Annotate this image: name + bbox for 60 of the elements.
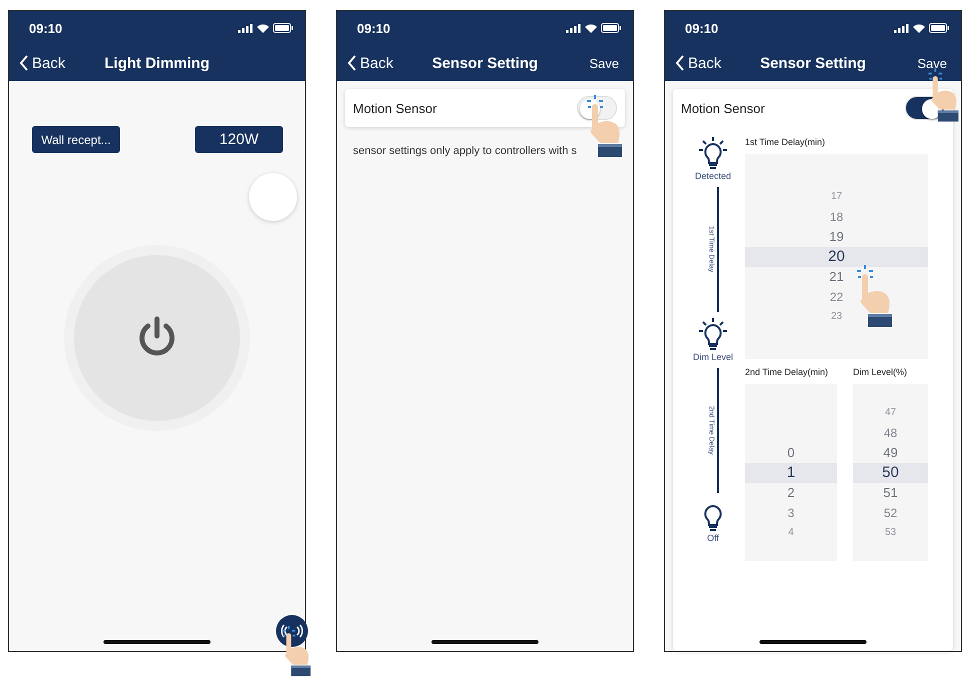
screen-title: Sensor Setting bbox=[760, 54, 866, 72]
picker-option[interactable]: 4 bbox=[745, 522, 837, 542]
picker-label: Dim Level(%) bbox=[853, 367, 908, 379]
picker-option[interactable]: 52 bbox=[853, 502, 928, 522]
sensor-button-icon[interactable] bbox=[275, 614, 309, 648]
battery-icon bbox=[929, 23, 949, 33]
number-picker[interactable]: 47 48 49 50 51 52 53 bbox=[853, 384, 928, 561]
picker-option[interactable]: 19 bbox=[745, 226, 928, 246]
signal-icon bbox=[566, 24, 581, 32]
back-button[interactable]: Back bbox=[675, 54, 722, 72]
picker-option[interactable]: 48 bbox=[853, 422, 928, 442]
wifi-icon bbox=[257, 24, 269, 32]
status-time: 09:10 bbox=[29, 20, 62, 36]
status-time: 09:10 bbox=[357, 20, 390, 36]
chevron-left-icon bbox=[347, 55, 357, 71]
signal-icon bbox=[894, 24, 909, 32]
motion-sensor-label: Motion Sensor bbox=[681, 100, 765, 116]
number-picker[interactable]: 0 1 2 3 4 bbox=[745, 384, 837, 561]
picker-option[interactable]: 22 bbox=[745, 286, 928, 306]
wattage-button[interactable]: 120W bbox=[195, 126, 283, 153]
wifi-icon bbox=[913, 24, 925, 32]
lit-bulb-icon bbox=[699, 318, 727, 352]
picker-option[interactable]: 2 bbox=[745, 482, 837, 502]
signal-icon bbox=[238, 24, 253, 32]
picker-option[interactable]: 1 bbox=[745, 462, 837, 482]
picker-option[interactable]: 20 bbox=[745, 246, 928, 266]
wifi-icon bbox=[585, 24, 597, 32]
picker-option[interactable]: 21 bbox=[745, 266, 928, 286]
battery-icon bbox=[601, 23, 621, 33]
stage-label: Dim Level bbox=[692, 352, 733, 362]
floating-circle bbox=[249, 173, 297, 221]
screen-title: Sensor Setting bbox=[432, 54, 538, 72]
picker-label: 2nd Time Delay(min) bbox=[745, 367, 830, 379]
stage-label: Detected bbox=[694, 171, 732, 181]
battery-icon bbox=[273, 23, 293, 33]
screen-title: Light Dimming bbox=[104, 54, 210, 72]
picker-option[interactable]: 51 bbox=[853, 482, 928, 502]
picker-option[interactable]: 17 bbox=[745, 186, 928, 206]
save-button[interactable]: Save bbox=[589, 56, 619, 70]
picker-option[interactable]: 18 bbox=[745, 206, 928, 226]
back-button[interactable]: Back bbox=[347, 54, 394, 72]
picker-option[interactable]: 23 bbox=[745, 306, 928, 326]
picker-option[interactable]: 50 bbox=[853, 462, 928, 482]
chevron-left-icon bbox=[19, 55, 29, 71]
save-button[interactable]: Save bbox=[917, 56, 947, 70]
back-button[interactable]: Back bbox=[19, 54, 66, 72]
chevron-left-icon bbox=[675, 55, 685, 71]
sensor-note: sensor settings only apply to controllers with s bbox=[353, 145, 578, 157]
picker-option[interactable]: 3 bbox=[745, 502, 837, 522]
picker-label: 1st Time Delay(min) bbox=[745, 137, 826, 149]
picker-option[interactable]: 53 bbox=[853, 522, 928, 542]
picker-option[interactable]: 49 bbox=[853, 442, 928, 462]
stage-label: Off bbox=[707, 533, 719, 543]
picker-option[interactable]: 0 bbox=[745, 442, 837, 462]
status-time: 09:10 bbox=[685, 20, 718, 36]
picker-option[interactable]: 47 bbox=[853, 402, 928, 422]
lit-bulb-icon bbox=[699, 137, 727, 171]
number-picker[interactable]: 17 18 19 20 21 22 23 bbox=[745, 154, 928, 359]
motion-sensor-label: Motion Sensor bbox=[353, 100, 437, 116]
device-button[interactable]: Wall recept... bbox=[32, 126, 120, 153]
